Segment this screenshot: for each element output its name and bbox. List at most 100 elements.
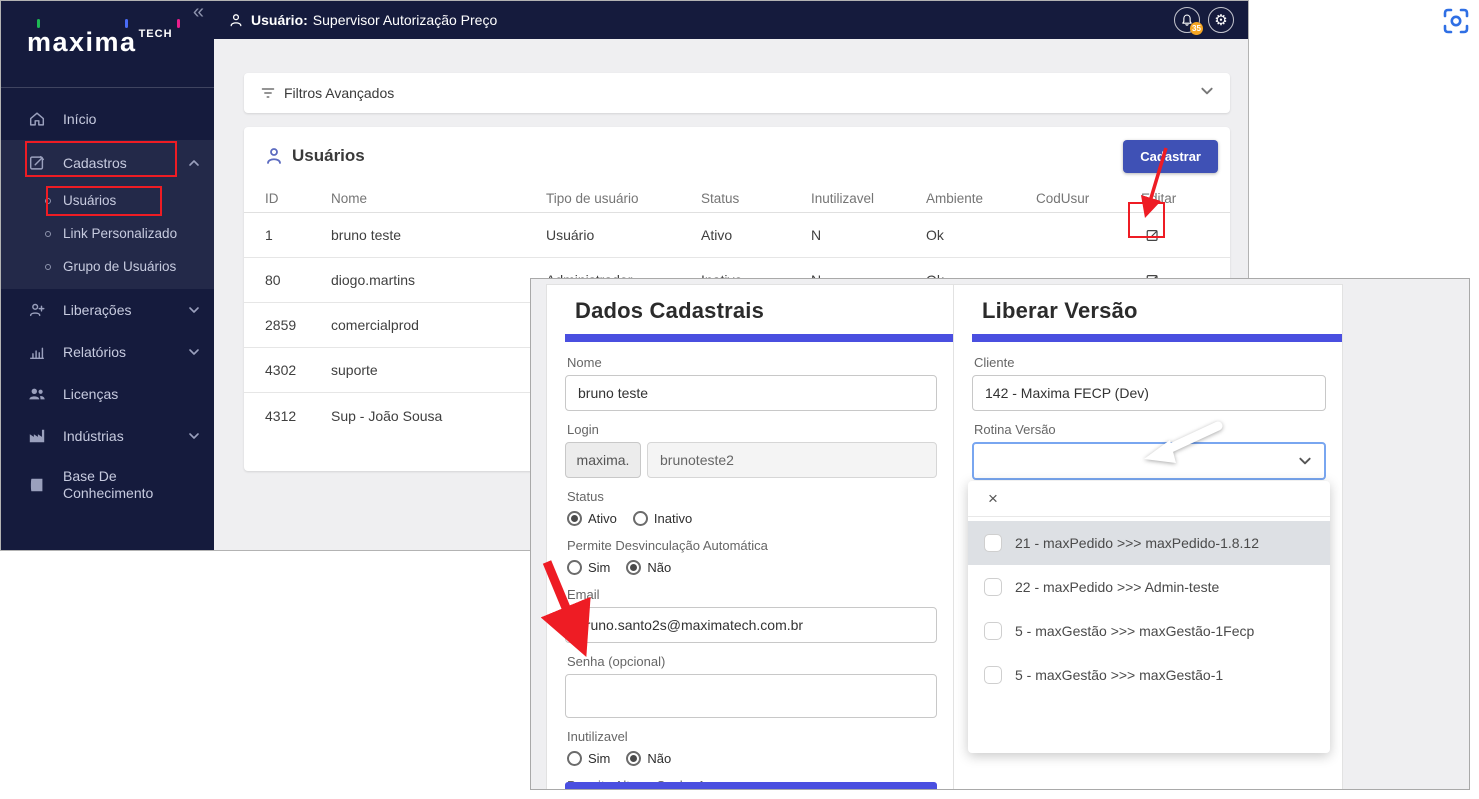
radio-label: Sim xyxy=(588,751,610,766)
sidebar-item-usuarios[interactable]: Usuários xyxy=(1,184,214,217)
sidebar-group-cadastros: Cadastros Usuários Link Personalizado Gr… xyxy=(1,140,214,289)
col-editar: Editar xyxy=(1141,191,1230,206)
checkbox-icon[interactable] xyxy=(984,578,1002,596)
gear-icon: ⚙ xyxy=(1214,13,1227,28)
book-icon xyxy=(27,475,47,495)
cell-inutilizavel: N xyxy=(811,227,926,243)
desvinculacao-label: Permite Desvinculação Automática xyxy=(567,538,937,553)
login-field[interactable] xyxy=(647,442,937,478)
dropdown-option[interactable]: 5 - maxGestão >>> maxGestão-1 xyxy=(968,653,1330,697)
panel-title: Liberar Versão xyxy=(982,298,1342,324)
dropdown-option-label: 22 - maxPedido >>> Admin-teste xyxy=(1015,579,1219,595)
cell-id: 1 xyxy=(265,227,331,243)
login-label: Login xyxy=(567,422,937,437)
table-header-row: ID Nome Tipo de usuário Status Inutiliza… xyxy=(244,185,1230,213)
bar-chart-icon xyxy=(27,342,47,362)
sidebar-item-grupo-de-usuarios[interactable]: Grupo de Usuários xyxy=(1,250,214,283)
top-header: Usuário: Supervisor Autorização Preço 35… xyxy=(214,1,1248,39)
user-role-value: Supervisor Autorização Preço xyxy=(313,12,497,28)
dados-cadastrais-panel: Dados Cadastrais Nome Login maxima. Stat… xyxy=(546,284,954,790)
sidebar-item-link-personalizado[interactable]: Link Personalizado xyxy=(1,217,214,250)
sidebar-item-label: Liberações xyxy=(63,302,132,318)
col-nome: Nome xyxy=(331,191,546,206)
factory-icon xyxy=(27,426,47,446)
radio-label: Ativo xyxy=(588,511,617,526)
sidebar-item-liberacoes[interactable]: Liberações xyxy=(1,289,214,331)
sidebar-item-label: Link Personalizado xyxy=(63,226,177,241)
radio-label: Inativo xyxy=(654,511,692,526)
dropdown-option[interactable]: 5 - maxGestão >>> maxGestão-1Fecp xyxy=(968,609,1330,653)
sidebar-item-base-de-conhecimento[interactable]: Base De Conhecimento xyxy=(1,457,214,513)
cliente-field[interactable] xyxy=(972,375,1326,411)
radio-label: Não xyxy=(647,751,671,766)
filters-label: Filtros Avançados xyxy=(284,85,394,101)
logo-text: maxima xyxy=(27,27,137,57)
cell-tipo: Usuário xyxy=(546,227,701,243)
sidebar-item-cadastros[interactable]: Cadastros xyxy=(1,142,214,184)
sidebar-divider xyxy=(1,87,214,88)
home-icon xyxy=(27,109,47,129)
col-tipo: Tipo de usuário xyxy=(546,191,701,206)
filters-panel[interactable]: Filtros Avançados xyxy=(244,73,1230,113)
cell-nome: Sup - João Sousa xyxy=(331,408,546,424)
rotina-versao-select[interactable] xyxy=(972,442,1326,480)
email-label: Email xyxy=(567,587,937,602)
liberar-versao-panel: Liberar Versão Cliente Rotina Versão × 2… xyxy=(954,284,1343,790)
user-icon xyxy=(228,12,244,28)
sidebar-item-industrias[interactable]: Indústrias xyxy=(1,415,214,457)
nome-field[interactable] xyxy=(565,375,937,411)
sidebar-item-label: Indústrias xyxy=(63,428,124,444)
chevron-down-icon xyxy=(188,304,200,316)
radio-desvinc-nao[interactable] xyxy=(626,560,641,575)
logo-suffix: TECH xyxy=(139,28,173,40)
radio-label: Não xyxy=(647,560,671,575)
cell-id: 4302 xyxy=(265,362,331,378)
radio-inutilizavel-sim[interactable] xyxy=(567,751,582,766)
sidebar-item-label: Usuários xyxy=(63,193,116,208)
notifications-button[interactable]: 35 xyxy=(1174,7,1200,33)
cell-nome: bruno teste xyxy=(331,227,546,243)
user-label: Usuário: xyxy=(251,12,308,28)
cadastrar-button[interactable]: Cadastrar xyxy=(1123,140,1218,173)
bullet-icon xyxy=(45,198,51,204)
dropdown-option[interactable]: 22 - maxPedido >>> Admin-teste xyxy=(968,565,1330,609)
dropdown-option[interactable]: 21 - maxPedido >>> maxPedido-1.8.12 xyxy=(968,521,1330,565)
senha-field[interactable] xyxy=(565,674,937,718)
col-status: Status xyxy=(701,191,811,206)
sidebar-item-relatorios[interactable]: Relatórios xyxy=(1,331,214,373)
save-button-top-edge[interactable] xyxy=(565,782,937,790)
dropdown-option-label: 5 - maxGestão >>> maxGestão-1Fecp xyxy=(1015,623,1254,639)
sidebar-item-label: Base De Conhecimento xyxy=(63,468,173,502)
close-icon: × xyxy=(988,489,998,509)
radio-status-inativo[interactable] xyxy=(633,511,648,526)
logo-tick-green xyxy=(37,19,40,28)
senha-label: Senha (opcional) xyxy=(567,654,937,669)
cell-id: 2859 xyxy=(265,317,331,333)
settings-button[interactable]: ⚙ xyxy=(1208,7,1234,33)
cell-nome: suporte xyxy=(331,362,546,378)
chevron-down-icon[interactable] xyxy=(1200,84,1214,103)
cell-ambiente: Ok xyxy=(926,227,1036,243)
checkbox-icon[interactable] xyxy=(984,666,1002,684)
checkbox-icon[interactable] xyxy=(984,534,1002,552)
radio-desvinc-sim[interactable] xyxy=(567,560,582,575)
sidebar-item-label: Licenças xyxy=(63,386,118,402)
sidebar-item-label: Cadastros xyxy=(63,155,127,171)
cell-nome: diogo.martins xyxy=(331,272,546,288)
screenshot-capture-icon[interactable] xyxy=(1441,6,1471,36)
checkbox-icon[interactable] xyxy=(984,622,1002,640)
dropdown-option-label: 21 - maxPedido >>> maxPedido-1.8.12 xyxy=(1015,535,1259,551)
sidebar-item-licencas[interactable]: Licenças xyxy=(1,373,214,415)
person-add-icon xyxy=(27,300,47,320)
users-icon xyxy=(264,146,284,166)
edit-icon[interactable] xyxy=(1141,224,1163,246)
people-icon xyxy=(27,384,47,404)
dropdown-clear-button[interactable]: × xyxy=(968,481,1330,517)
bullet-icon xyxy=(45,264,51,270)
radio-inutilizavel-nao[interactable] xyxy=(626,751,641,766)
table-row: 1 bruno teste Usuário Ativo N Ok xyxy=(244,213,1230,258)
email-field[interactable] xyxy=(565,607,937,643)
radio-status-ativo[interactable] xyxy=(567,511,582,526)
sidebar-item-inicio[interactable]: Início xyxy=(1,98,214,140)
col-codusur: CodUsur xyxy=(1036,191,1141,206)
